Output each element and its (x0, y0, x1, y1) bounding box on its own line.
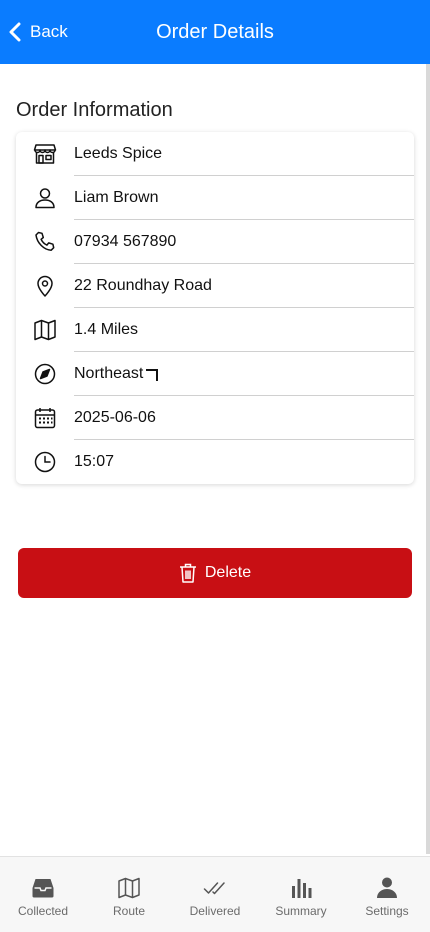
tab-summary-label: Summary (275, 904, 327, 918)
tab-delivered-label: Delivered (189, 904, 241, 918)
direction: Northeast (74, 352, 414, 396)
address: 22 Roundhay Road (74, 264, 414, 308)
distance: 1.4 Miles (74, 308, 414, 352)
tab-summary[interactable]: Summary (258, 857, 344, 932)
page-title: Order Details (156, 21, 274, 43)
section-title: Order Information (16, 99, 173, 121)
address-row: 22 Roundhay Road (16, 264, 414, 308)
phone-icon (33, 230, 57, 254)
person-icon (33, 186, 57, 210)
tab-collected-label: Collected (17, 904, 69, 918)
delete-label: Delete (204, 564, 252, 581)
direction-label: Northeast (74, 365, 144, 382)
store-name: Leeds Spice (74, 132, 414, 176)
app-header: Back Order Details (0, 0, 430, 64)
corner-mark-icon (146, 369, 159, 381)
tab-settings-label: Settings (365, 904, 409, 918)
delete-button[interactable]: Delete (18, 548, 412, 598)
tab-collected[interactable]: Collected (0, 857, 86, 932)
date-row: 2025-06-06 (16, 396, 414, 440)
inbox-tray-icon (32, 879, 54, 898)
order-info-card: Leeds Spice Liam Brown 07934 567890 22 R… (16, 132, 414, 484)
person-icon (377, 877, 397, 898)
clock-icon (33, 450, 57, 474)
tab-route[interactable]: Route (86, 857, 172, 932)
map-icon (118, 877, 140, 899)
customer-row: Liam Brown (16, 176, 414, 220)
store-icon (33, 142, 57, 166)
scrollbar[interactable] (426, 64, 430, 854)
distance-row: 1.4 Miles (16, 308, 414, 352)
time-row: 15:07 (16, 440, 414, 484)
phone-row: 07934 567890 (16, 220, 414, 264)
store-row: Leeds Spice (16, 132, 414, 176)
phone-number: 07934 567890 (74, 220, 414, 264)
trash-icon (179, 563, 196, 583)
customer-name: Liam Brown (74, 176, 414, 220)
bar-chart-icon (292, 879, 312, 898)
map-icon (33, 318, 57, 342)
tab-route-label: Route (112, 904, 146, 918)
location-pin-icon (33, 274, 57, 298)
double-check-icon (203, 882, 225, 895)
compass-icon (33, 362, 57, 386)
bottom-tab-bar: Collected Route Delivered Summary Settin… (0, 856, 430, 932)
order-time: 15:07 (74, 453, 115, 470)
calendar-icon (33, 406, 57, 430)
direction-row: Northeast (16, 352, 414, 396)
tab-settings[interactable]: Settings (344, 857, 430, 932)
tab-delivered[interactable]: Delivered (172, 857, 258, 932)
order-date: 2025-06-06 (74, 396, 414, 440)
